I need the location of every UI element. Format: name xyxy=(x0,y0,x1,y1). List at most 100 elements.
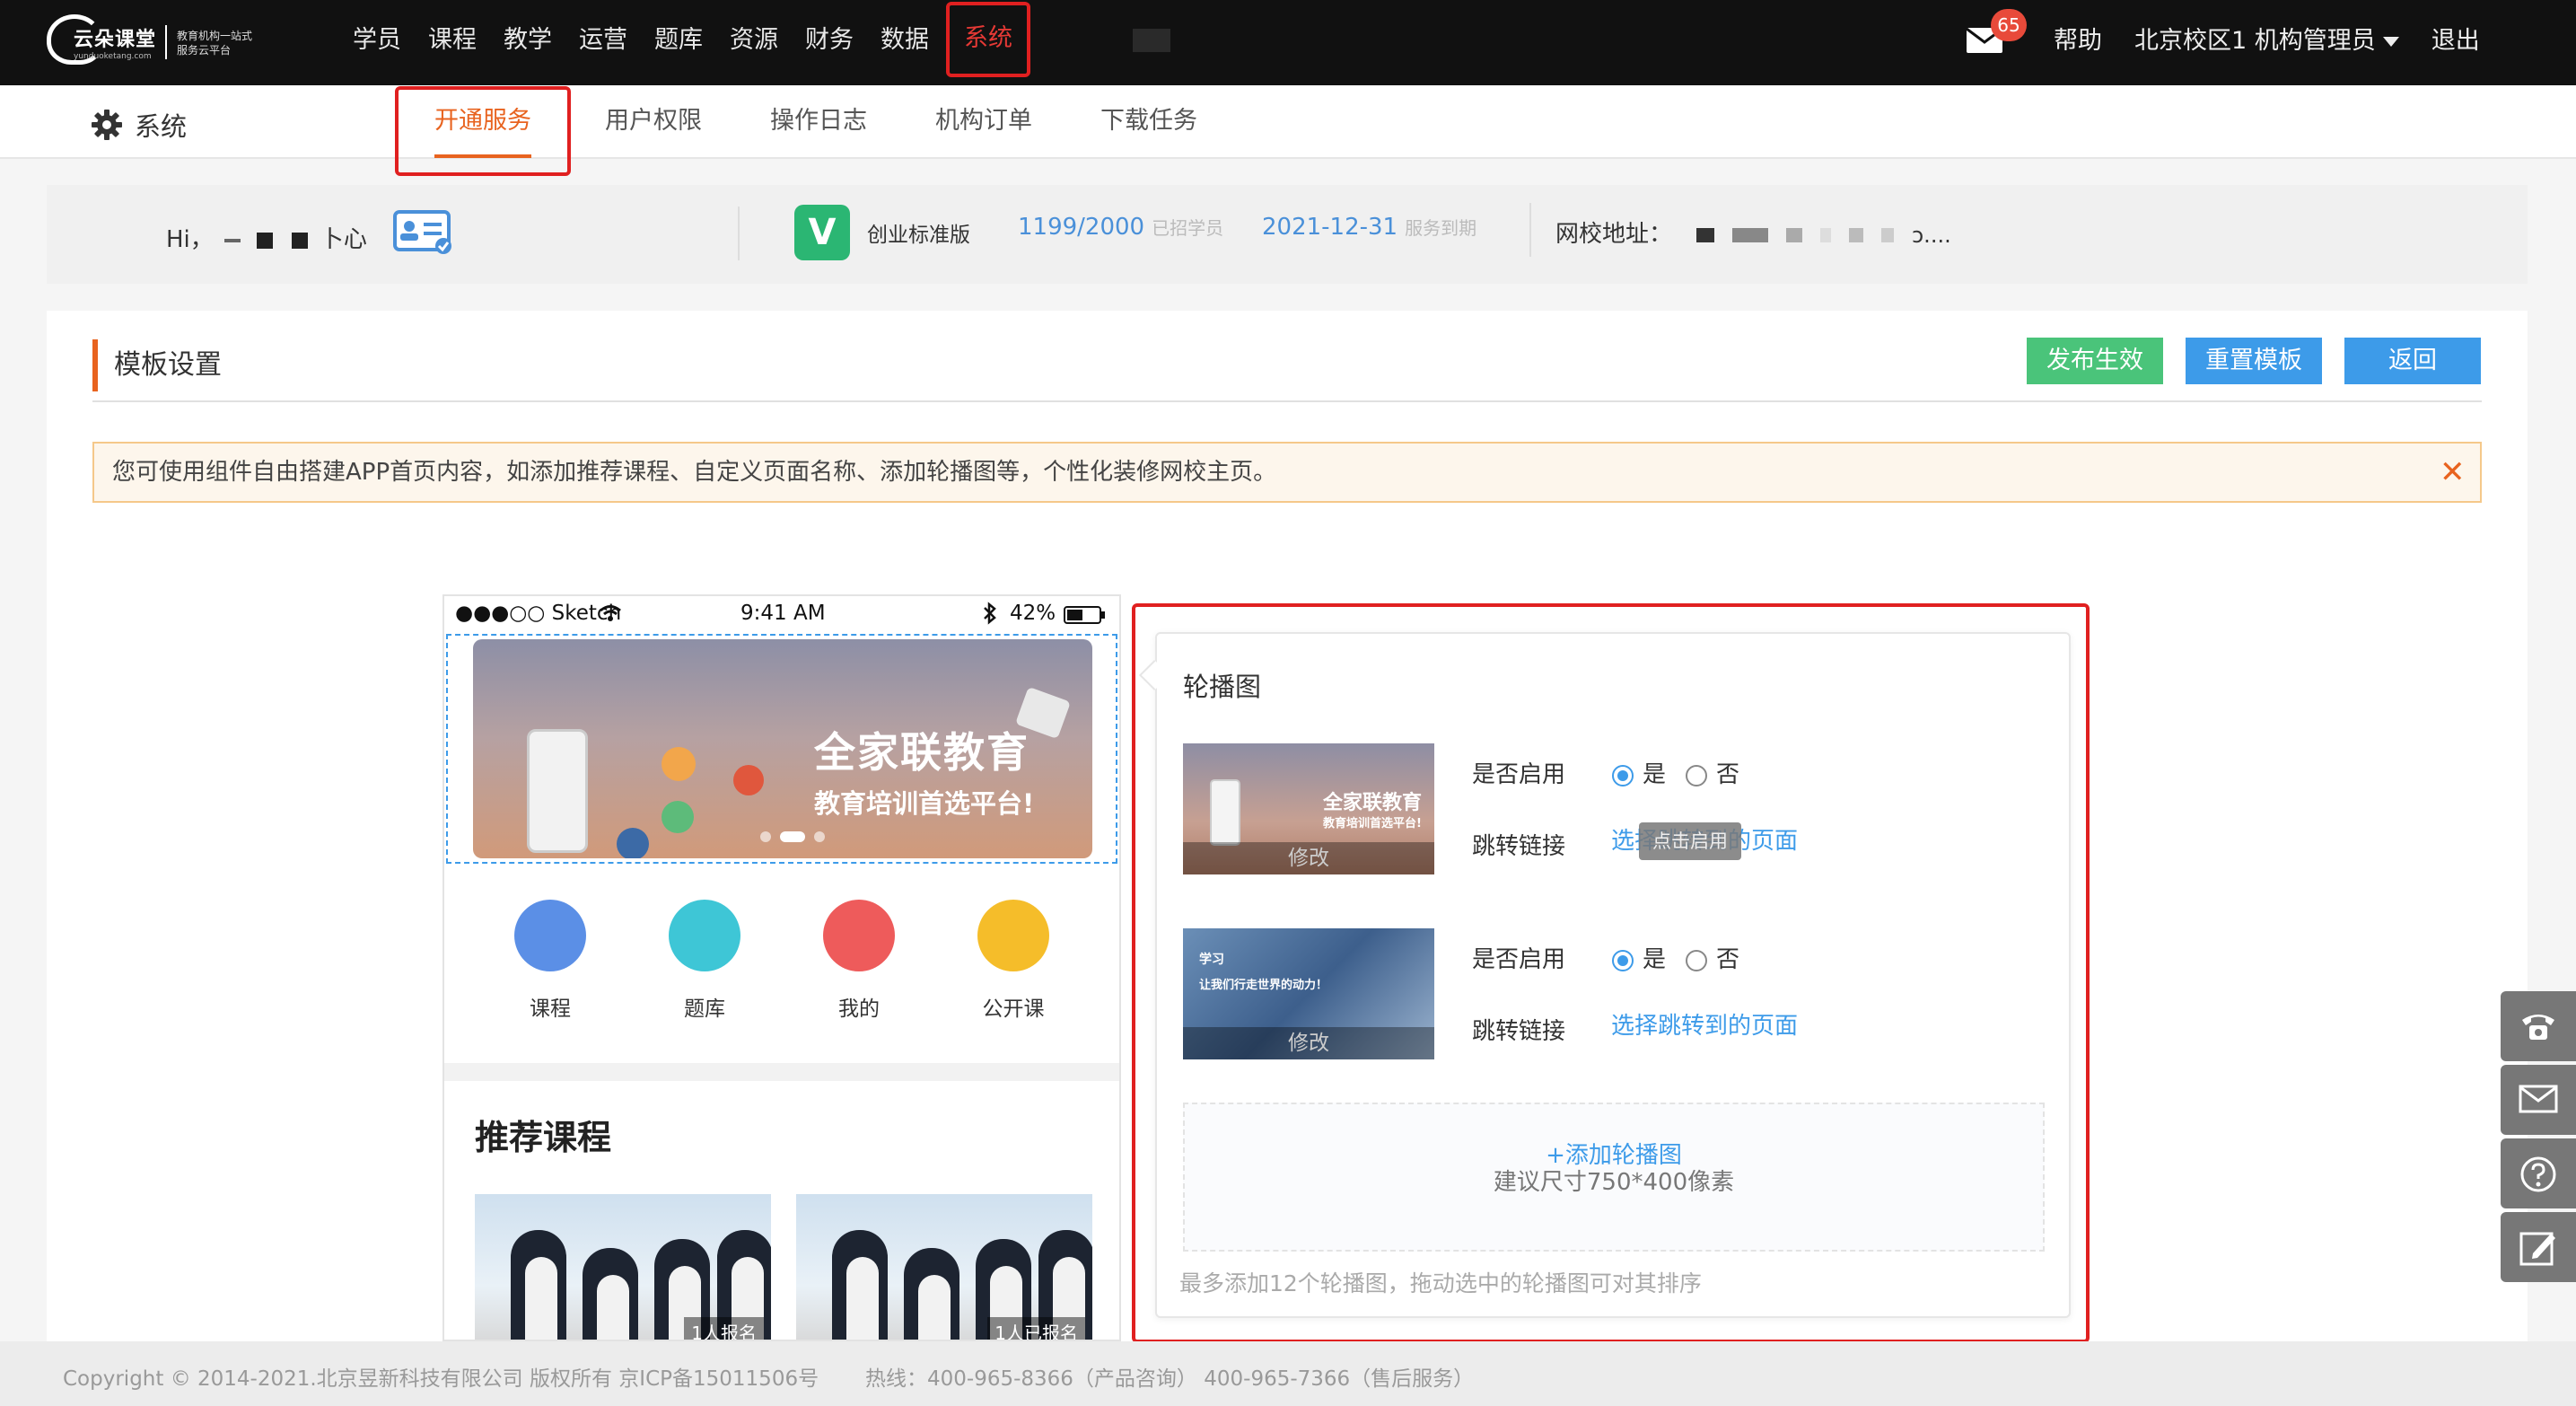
add-carousel-size-hint: 建议尺寸750*400像素 xyxy=(1493,1169,1735,1196)
students-stat: 1199/2000 已招学员 xyxy=(1018,214,1223,241)
brand-slogan: 教育机构一站式服务云平台 xyxy=(177,30,253,57)
radio-unchecked-icon xyxy=(1686,764,1708,786)
info-notice: 您可使用组件自由搭建APP首页内容，如添加推荐课程、自定义页面名称、添加轮播图等… xyxy=(92,442,2482,503)
phone-contact-button[interactable] xyxy=(2501,991,2576,1061)
close-icon[interactable]: ✕ xyxy=(2440,456,2466,488)
brand-logo[interactable]: 云朵课堂 yunduoketang.com 教育机构一站式服务云平台 xyxy=(47,13,253,70)
radio-yes[interactable]: 是 xyxy=(1612,756,1666,789)
nav-item-courses[interactable]: 课程 xyxy=(415,20,490,65)
radio-no-label: 否 xyxy=(1716,761,1740,788)
book-icon[interactable] xyxy=(514,900,586,971)
exam-book-icon[interactable] xyxy=(669,900,740,971)
edit-slide-button[interactable]: 修改 xyxy=(1183,1027,1434,1059)
expire-label: 服务到期 xyxy=(1405,217,1477,239)
logout-link[interactable]: 退出 xyxy=(2431,23,2480,59)
banner-pagination xyxy=(760,831,825,842)
nav-item-teaching[interactable]: 教学 xyxy=(490,20,565,65)
user-icon[interactable] xyxy=(823,900,895,971)
sub-navbar xyxy=(0,85,2576,159)
radio-checked-icon xyxy=(1612,949,1634,971)
mail-badge: 65 xyxy=(1991,9,2027,41)
reset-template-button[interactable]: 重置模板 xyxy=(2186,338,2322,384)
banner-title: 全家联教育 xyxy=(814,728,1030,777)
course-enroll-tag: 1人报名 xyxy=(684,1317,764,1340)
redacted-name xyxy=(224,238,241,242)
feedback-button[interactable] xyxy=(2501,1212,2576,1282)
divider xyxy=(1529,203,1531,257)
back-button[interactable]: 返回 xyxy=(2344,338,2481,384)
campus-name: 北京校区1 xyxy=(2134,27,2247,55)
section-gap xyxy=(444,1063,1119,1081)
caret-down-icon xyxy=(2382,37,2399,47)
shortcut-label-open-class: 公开课 xyxy=(982,997,1045,1021)
radio-no-label: 否 xyxy=(1716,946,1740,973)
redacted-school-url: ɔ.... xyxy=(1696,223,1951,248)
tab-operation-log[interactable]: 操作日志 xyxy=(736,86,901,176)
nav-item-question-bank[interactable]: 题库 xyxy=(641,20,716,65)
publish-button[interactable]: 发布生效 xyxy=(2027,338,2163,384)
nav-item-data[interactable]: 数据 xyxy=(867,20,942,65)
footer-copyright: Copyright © 2014-2021.北京昱新科技有限公司 版权所有 京I… xyxy=(63,1367,819,1391)
carrier: ●●●○○ Sketch xyxy=(455,602,622,625)
video-play-icon[interactable] xyxy=(977,900,1049,971)
panel-title-divider xyxy=(92,400,2482,402)
tab-user-permissions[interactable]: 用户权限 xyxy=(571,86,736,176)
banner-phone-illustration xyxy=(527,729,588,853)
section-heading: 系统 xyxy=(90,106,187,144)
nav-item-students[interactable]: 学员 xyxy=(339,20,415,65)
id-card-icon[interactable] xyxy=(393,210,454,255)
section-heading-label: 系统 xyxy=(135,111,188,142)
tab-open-service[interactable]: 开通服务 xyxy=(395,86,571,176)
tab-download-tasks[interactable]: 下载任务 xyxy=(1066,86,1231,176)
user-menu: 帮助 北京校区1 机构管理员 退出 xyxy=(2054,23,2480,59)
nav-item-finance[interactable]: 财务 xyxy=(792,20,867,65)
slide-thumbnail[interactable]: 学习 让我们行走世界的动力！ 修改 xyxy=(1183,928,1434,1059)
slide-thumbnail[interactable]: 全家联教育 教育培训首选平台! 修改 xyxy=(1183,743,1434,874)
role-name: 机构管理员 xyxy=(2254,27,2376,55)
gear-icon xyxy=(92,110,122,140)
envelope-icon xyxy=(2519,1085,2558,1113)
campus-role-dropdown[interactable]: 北京校区1 机构管理员 xyxy=(2134,23,2399,59)
course-enroll-tag: 1人已报名 xyxy=(987,1317,1085,1340)
nav-item-resources[interactable]: 资源 xyxy=(716,20,792,65)
expire-stat: 2021-12-31 服务到期 xyxy=(1262,214,1476,241)
phone-preview: ●●●○○ Sketch 9:41 AM 42% 全家联教育 教育培训首选平台! xyxy=(442,594,1121,1341)
radio-no[interactable]: 否 xyxy=(1686,941,1739,974)
sub-tabs: 开通服务 用户权限 操作日志 机构订单 下载任务 xyxy=(395,86,1231,176)
phone-time: 9:41 AM xyxy=(740,602,826,625)
battery-icon xyxy=(1064,606,1105,624)
help-link[interactable]: 帮助 xyxy=(2054,23,2102,59)
banner-subtitle: 教育培训首选平台! xyxy=(814,788,1035,819)
radio-yes[interactable]: 是 xyxy=(1612,941,1666,974)
course-card-image[interactable]: 1人已报名 xyxy=(796,1194,1092,1340)
shortcut-icons: 课程 题库 我的 公开课 xyxy=(444,900,1119,1021)
carousel-component[interactable]: 全家联教育 教育培训首选平台! xyxy=(446,634,1117,864)
brand-domain: yunduoketang.com xyxy=(74,52,152,61)
radio-no[interactable]: 否 xyxy=(1686,756,1739,789)
nav-item-system[interactable]: 系统 xyxy=(946,2,1030,77)
link-label: 跳转链接 xyxy=(1472,833,1566,860)
radio-checked-icon xyxy=(1612,764,1634,786)
edit-slide-button[interactable]: 修改 xyxy=(1183,842,1434,874)
greeting: Hi， 卜心 xyxy=(166,221,367,254)
nav-item-operations[interactable]: 运营 xyxy=(565,20,641,65)
brand-name: 云朵课堂 xyxy=(74,29,157,51)
radio-yes-label: 是 xyxy=(1643,946,1667,973)
redacted-name xyxy=(257,232,274,249)
enable-radio-group: 是 否 xyxy=(1612,756,1739,789)
enable-label: 是否启用 xyxy=(1472,946,1566,973)
thumb-subtitle: 教育培训首选平台! xyxy=(1323,817,1422,830)
user-name-suffix: 卜心 xyxy=(320,226,367,253)
divider xyxy=(738,207,740,260)
tooltip: 点击启用 xyxy=(1639,822,1741,860)
course-card-image[interactable]: 1人报名 xyxy=(475,1194,771,1340)
select-link-page[interactable]: 选择跳转到的页面 xyxy=(1611,1007,1798,1041)
students-label: 已招学员 xyxy=(1152,217,1224,239)
tab-org-orders[interactable]: 机构订单 xyxy=(901,86,1066,176)
expire-date: 2021-12-31 xyxy=(1262,214,1398,241)
message-button[interactable] xyxy=(2501,1065,2576,1135)
thumb-title: 全家联教育 xyxy=(1323,792,1423,814)
help-float-button[interactable] xyxy=(2501,1138,2576,1208)
students-count: 1199/2000 xyxy=(1018,214,1145,241)
shortcut-label-question-bank: 题库 xyxy=(684,997,725,1021)
